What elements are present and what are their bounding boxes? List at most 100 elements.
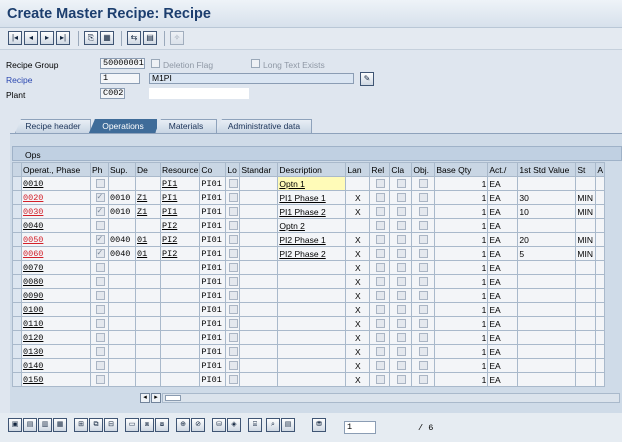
long-text-cell[interactable] [225,218,241,233]
resource-cell[interactable] [159,302,201,317]
class-checkbox[interactable] [396,332,406,342]
control-key-cell[interactable]: PI01 [199,330,227,345]
column-header[interactable]: Act./ [487,162,519,177]
object-checkbox[interactable] [419,290,429,300]
base-qty-cell[interactable]: 1 [434,218,489,233]
column-header[interactable]: Obj. [411,162,436,177]
object-cell[interactable] [411,190,436,205]
class-cell[interactable] [389,232,413,247]
activity-unit-cell[interactable]: EA [487,190,519,205]
object-cell[interactable] [411,274,436,289]
std-value-cell[interactable] [517,302,577,317]
class-checkbox[interactable] [396,178,406,188]
description-cell[interactable]: Optn 1 [277,176,347,191]
resource-cell[interactable]: PI1 [159,176,201,191]
destination-cell[interactable]: 01 [135,246,161,261]
resource-icon[interactable]: ⛁ [212,418,226,432]
object-checkbox[interactable] [419,248,429,258]
long-text-checkbox[interactable] [228,290,238,300]
std-value-cell[interactable] [517,288,577,303]
resource-cell[interactable] [159,344,201,359]
language-cell[interactable]: X [345,316,371,331]
object-checkbox[interactable] [419,374,429,384]
control-key-cell[interactable]: PI01 [199,246,227,261]
long-text-checkbox[interactable] [228,234,238,244]
superior-op-cell[interactable] [108,372,136,387]
class-checkbox[interactable] [396,234,406,244]
overflow-cell[interactable] [595,372,606,387]
next-page-icon[interactable]: ▸ [40,31,54,45]
phase-checkbox[interactable] [95,248,105,258]
std-value-cell[interactable] [517,176,577,191]
long-text-checkbox[interactable] [228,304,238,314]
overflow-cell[interactable] [595,246,606,261]
phase-checkbox[interactable] [95,374,105,384]
tab-recipe-header[interactable]: Recipe header [15,119,91,133]
long-text-checkbox[interactable] [228,360,238,370]
std-value-cell[interactable] [517,358,577,373]
object-checkbox[interactable] [419,346,429,356]
description-cell[interactable] [277,372,347,387]
class-cell[interactable] [389,260,413,275]
standard-text-cell[interactable] [239,302,279,317]
operation-cell[interactable]: 0040 [21,218,91,233]
base-qty-cell[interactable]: 1 [434,302,489,317]
overflow-cell[interactable] [595,288,606,303]
tab-materials[interactable]: Materials [155,119,217,133]
resource-cell[interactable] [159,372,201,387]
table-row[interactable]: 0020 0010Z1PI1PI01 PI1 Phase 1X 1EA30MIN [12,190,606,205]
column-header[interactable]: Sup. [108,162,136,177]
scroll-right-icon[interactable]: ▸ [151,393,161,403]
resource-cell[interactable]: PI1 [159,190,201,205]
std-unit-cell[interactable]: MIN [575,190,597,205]
column-header[interactable]: Lo [225,162,241,177]
phase-cell[interactable] [90,316,109,331]
standard-text-cell[interactable] [239,246,279,261]
description-cell[interactable]: PI1 Phase 1 [277,190,347,205]
phase-checkbox[interactable] [95,318,105,328]
base-qty-cell[interactable]: 1 [434,176,489,191]
control-key-cell[interactable]: PI01 [199,176,227,191]
superior-op-cell[interactable]: 0010 [108,190,136,205]
phase-cell[interactable] [90,176,109,191]
operation-cell[interactable]: 0050 [21,232,91,247]
relevance-cell[interactable] [369,260,391,275]
resource-cell[interactable] [159,288,201,303]
overflow-cell[interactable] [595,204,606,219]
class-cell[interactable] [389,218,413,233]
language-cell[interactable]: X [345,288,371,303]
superior-op-cell[interactable]: 0040 [108,232,136,247]
column-header[interactable]: Cla [389,162,413,177]
relevance-cell[interactable] [369,246,391,261]
resource-cell[interactable] [159,316,201,331]
table-row[interactable]: 0080 PI01 X 1 EA [12,274,606,289]
long-text-checkbox[interactable] [228,332,238,342]
table-row[interactable]: 0120 PI01 X 1 EA [12,330,606,345]
relevance-checkbox[interactable] [375,262,385,272]
superior-op-cell[interactable] [108,330,136,345]
std-value-cell[interactable] [517,316,577,331]
base-qty-cell[interactable]: 1 [434,344,489,359]
column-header[interactable]: Base Qty [434,162,489,177]
activity-unit-cell[interactable]: EA [487,358,519,373]
base-qty-cell[interactable]: 1 [434,316,489,331]
base-qty-cell[interactable]: 1 [434,288,489,303]
search-icon[interactable]: ⌕ [266,418,280,432]
control-key-cell[interactable]: PI01 [199,218,227,233]
std-unit-cell[interactable] [575,176,597,191]
overflow-cell[interactable] [595,260,606,275]
phase-checkbox[interactable] [95,178,105,188]
long-text-checkbox[interactable] [228,206,238,216]
standard-text-cell[interactable] [239,204,279,219]
destination-cell[interactable] [135,372,161,387]
std-unit-cell[interactable] [575,260,597,275]
description-cell[interactable] [277,344,347,359]
object-cell[interactable] [411,316,436,331]
inspection-icon[interactable]: ⌸ [248,418,262,432]
resource-cell[interactable]: PI1 [159,204,201,219]
relevance-cell[interactable] [369,302,391,317]
activity-unit-cell[interactable]: EA [487,302,519,317]
long-text-checkbox[interactable] [228,318,238,328]
object-cell[interactable] [411,302,436,317]
long-text-checkbox[interactable] [228,346,238,356]
